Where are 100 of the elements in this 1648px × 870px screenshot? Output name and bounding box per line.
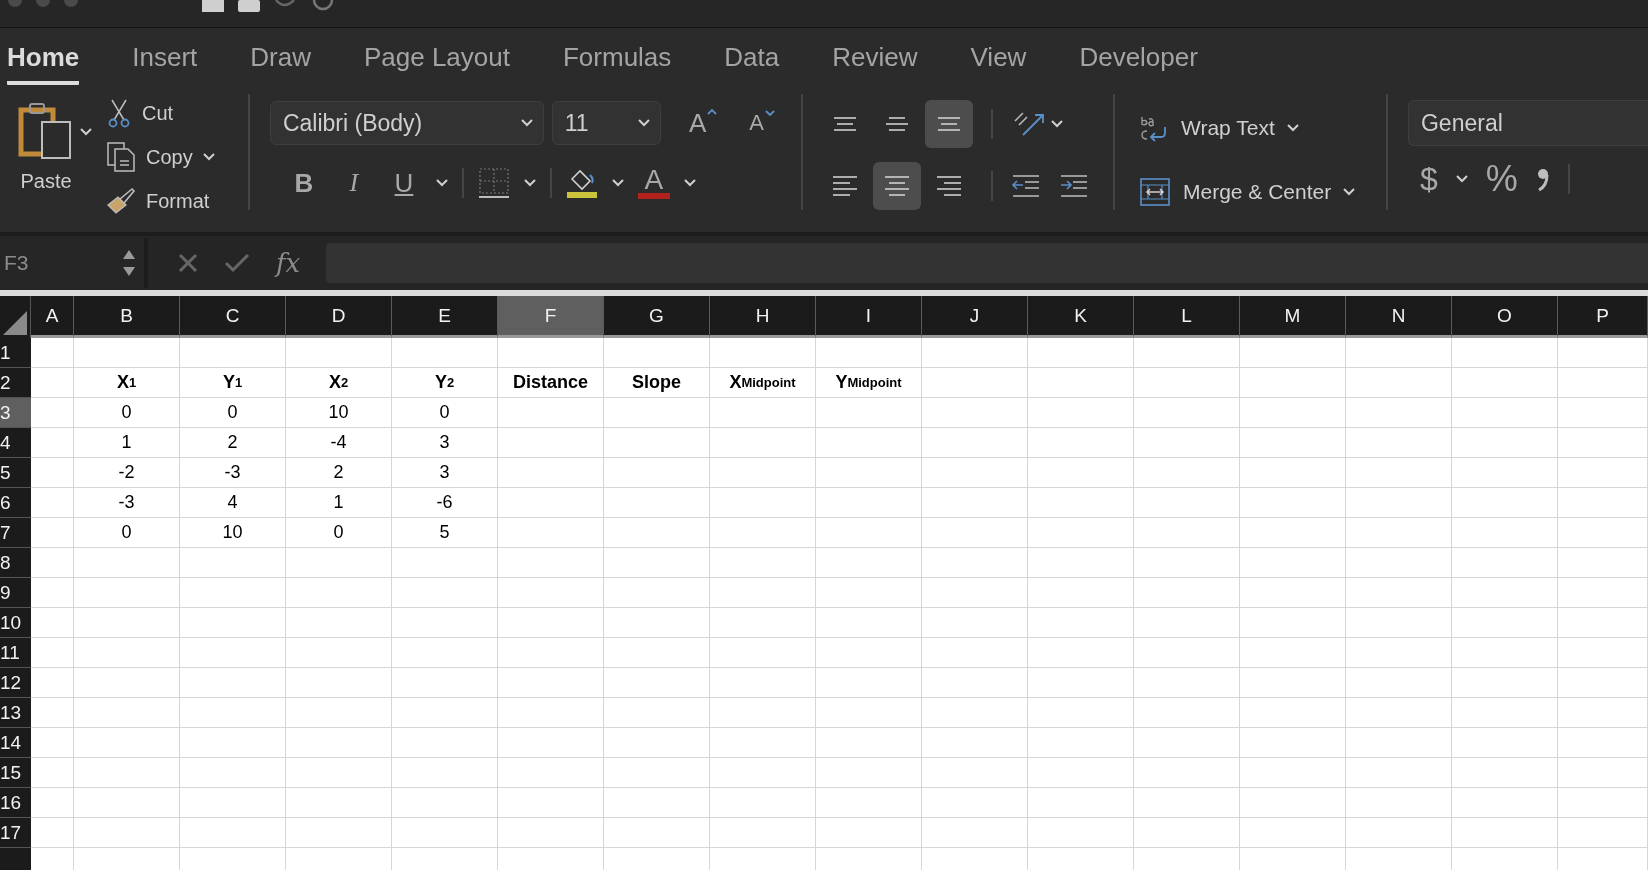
comma-style-icon[interactable] — [1535, 166, 1550, 192]
table-cell — [31, 728, 74, 758]
select-all-button[interactable] — [0, 296, 31, 338]
column-header[interactable]: O — [1452, 296, 1558, 338]
font-name-dropdown[interactable]: Calibri (Body) — [269, 101, 544, 145]
align-middle-icon — [883, 117, 910, 131]
table-cell — [31, 338, 74, 368]
scissors-icon — [106, 98, 132, 128]
increase-indent-icon[interactable] — [1058, 173, 1089, 199]
row-header[interactable]: 8 — [0, 548, 31, 578]
borders-icon[interactable] — [477, 167, 510, 199]
align-bottom-icon — [935, 117, 962, 131]
ribbon-tab[interactable]: Developer — [1079, 41, 1198, 85]
row-header[interactable]: 1 — [0, 338, 31, 368]
ribbon-tab[interactable]: Draw — [250, 41, 311, 85]
cut-button[interactable]: Cut — [106, 94, 215, 132]
chevron-icon[interactable] — [683, 179, 696, 187]
row-header[interactable]: 13 — [0, 698, 31, 728]
ribbon-tab[interactable]: Data — [724, 41, 780, 85]
row-header[interactable]: 10 — [0, 608, 31, 638]
column-header[interactable]: B — [74, 296, 180, 338]
table-cell: 3 — [392, 458, 498, 488]
chevron-icon[interactable] — [435, 179, 448, 187]
chevron-icon[interactable] — [80, 128, 92, 136]
row-header[interactable]: 7 — [0, 518, 31, 548]
row-header[interactable]: 11 — [0, 638, 31, 668]
table-cell: 0 — [286, 518, 392, 548]
ribbon-tab[interactable]: Page Layout — [363, 41, 510, 85]
row-header[interactable]: 14 — [0, 728, 31, 758]
table-cell — [31, 668, 74, 698]
chevron-icon — [520, 119, 533, 127]
column-header[interactable]: D — [286, 296, 392, 338]
ribbon-tab[interactable]: Insert — [132, 41, 198, 85]
table-cell — [31, 578, 74, 608]
ribbon-tab[interactable]: Formulas — [562, 41, 672, 85]
column-header[interactable]: E — [392, 296, 498, 338]
table-cell: 5 — [392, 518, 498, 548]
ribbon-tab[interactable]: Review — [832, 41, 918, 85]
row-header[interactable]: 12 — [0, 668, 31, 698]
chevron-icon[interactable] — [523, 179, 536, 187]
row-header[interactable]: 4 — [0, 428, 31, 458]
insert-function-button[interactable]: fx — [276, 248, 301, 278]
row-header[interactable]: 5 — [0, 458, 31, 488]
chevron-icon — [202, 153, 215, 161]
row-header[interactable]: 9 — [0, 578, 31, 608]
column-header[interactable]: F — [498, 296, 604, 338]
bold-button[interactable]: B — [285, 167, 322, 199]
paste-button[interactable]: Paste — [14, 88, 78, 193]
column-header[interactable]: H — [710, 296, 816, 338]
row-header[interactable]: 15 — [0, 758, 31, 788]
column-header[interactable]: P — [1558, 296, 1648, 338]
row-header[interactable]: 6 — [0, 488, 31, 518]
align-button[interactable] — [924, 100, 973, 148]
font-size-dropdown[interactable]: 11 — [551, 101, 661, 145]
percent-button[interactable]: % — [1485, 158, 1518, 200]
ribbon-tab[interactable]: View — [970, 41, 1027, 85]
increase-font-size-button[interactable]: A — [676, 107, 730, 139]
font-color-button[interactable]: A — [637, 167, 670, 199]
chevron-icon[interactable] — [611, 179, 624, 187]
column-header[interactable]: L — [1134, 296, 1240, 338]
column-header[interactable]: G — [604, 296, 710, 338]
row-header[interactable]: 16 — [0, 788, 31, 818]
decrease-font-size-button[interactable]: A — [737, 110, 787, 136]
column-header[interactable]: C — [180, 296, 286, 338]
merge-center-button[interactable]: Merge & Center — [1138, 170, 1377, 214]
underline-button[interactable]: U — [385, 167, 422, 199]
table-cell: 0 — [180, 398, 286, 428]
column-header[interactable]: I — [816, 296, 922, 338]
align-button[interactable] — [872, 162, 921, 210]
fill-color-icon[interactable] — [565, 167, 598, 199]
ribbon-tab[interactable]: Home — [7, 41, 80, 85]
format-painter-button[interactable]: Format — [106, 182, 215, 220]
table-cell: Distance — [498, 368, 604, 398]
align-top-icon — [831, 117, 858, 131]
row-header[interactable]: 17 — [0, 818, 31, 848]
cancel-icon[interactable] — [178, 253, 198, 273]
row-header[interactable]: 2 — [0, 368, 31, 398]
merge-cells-icon — [1138, 177, 1171, 207]
table-cell: -3 — [180, 458, 286, 488]
italic-button[interactable]: I — [335, 168, 372, 198]
chevron-icon[interactable] — [1050, 120, 1063, 128]
number-format-dropdown[interactable]: General — [1407, 100, 1648, 146]
table-cell — [31, 788, 74, 818]
column-header[interactable]: K — [1028, 296, 1134, 338]
chevron-icon[interactable] — [1455, 175, 1468, 183]
align-left-icon — [831, 176, 858, 196]
copy-icon — [106, 141, 136, 173]
currency-button[interactable]: $ — [1419, 160, 1438, 198]
row-header[interactable]: 3 — [0, 398, 31, 428]
column-header[interactable]: A — [31, 296, 74, 338]
table-cell: 1 — [74, 428, 180, 458]
check-icon[interactable] — [224, 253, 250, 273]
decrease-indent-icon[interactable] — [1010, 173, 1041, 199]
chevron-icon — [1343, 188, 1356, 196]
table-cell — [31, 518, 74, 548]
column-header[interactable]: N — [1346, 296, 1452, 338]
column-header[interactable]: J — [922, 296, 1028, 338]
wrap-text-button[interactable]: Wrap Text — [1138, 106, 1377, 150]
column-header[interactable]: M — [1240, 296, 1346, 338]
copy-button[interactable]: Copy — [106, 138, 215, 176]
